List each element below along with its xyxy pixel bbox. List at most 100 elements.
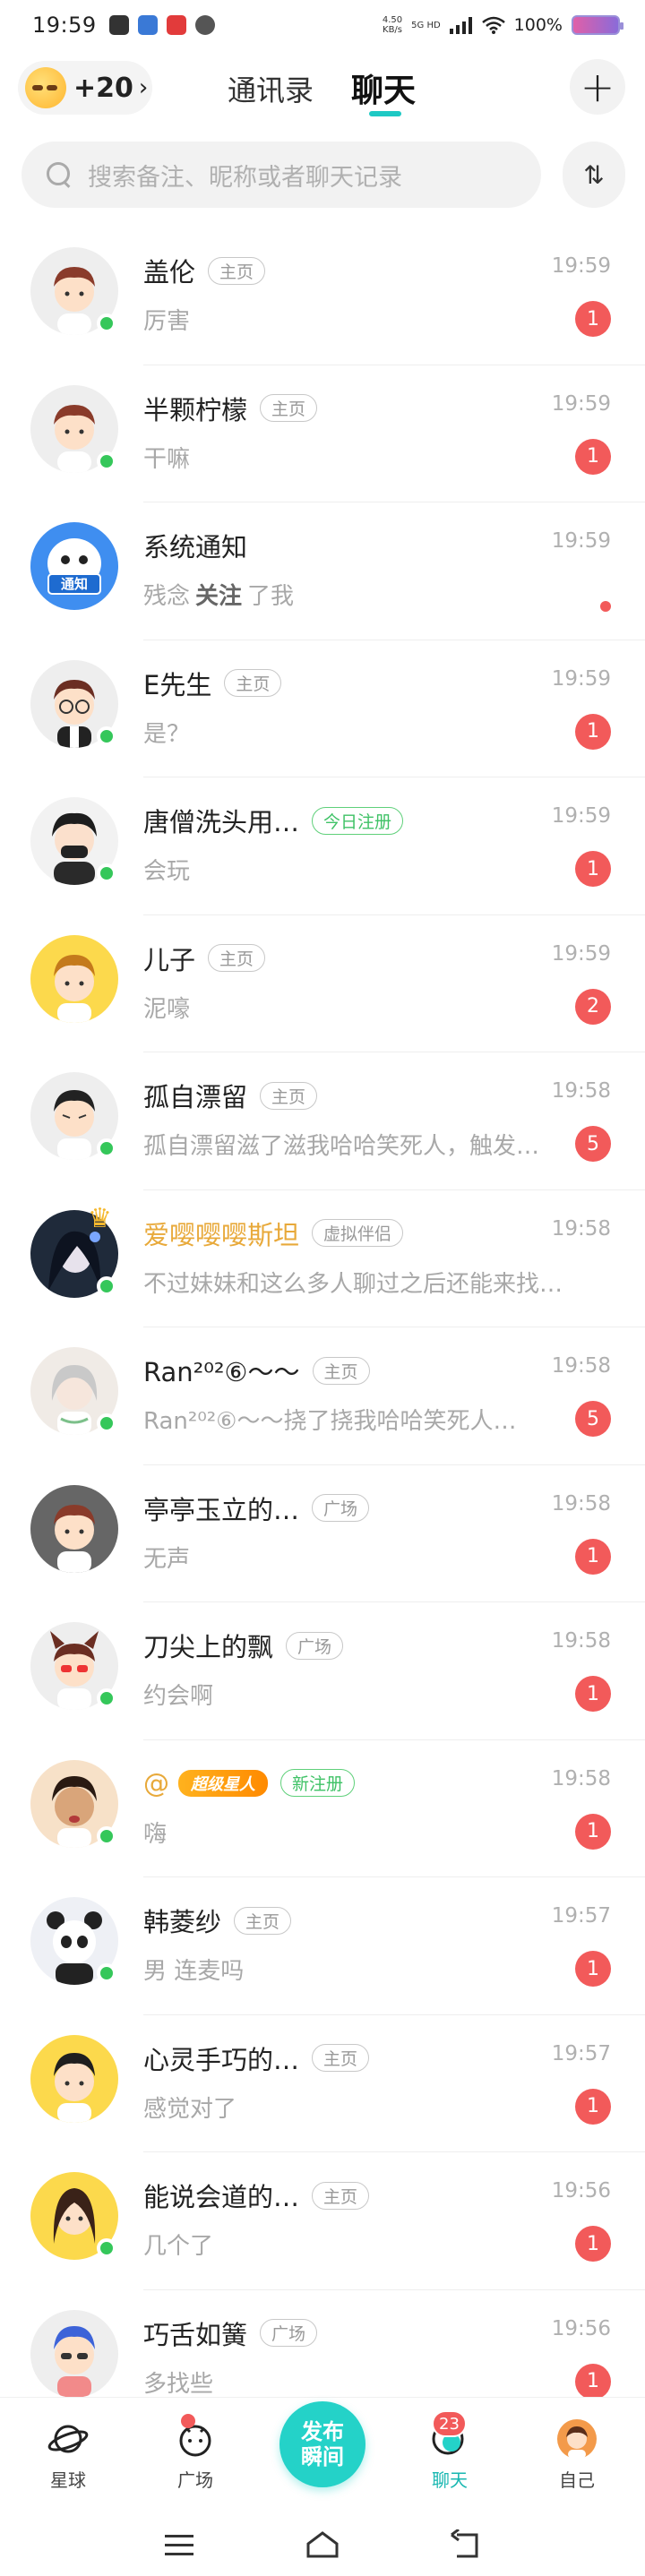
battery-icon [572,15,624,35]
chat-preview: 干嘛 [143,445,191,473]
unread-badge: 1 [575,851,611,887]
chat-row[interactable]: 韩菱纱 主页 19:57 男 连麦吗 1 [0,1877,645,2015]
chat-tag[interactable]: 广场 [312,1494,370,1522]
chat-tag[interactable]: 主页 [260,394,318,422]
chat-preview: 约会啊 [143,1683,214,1710]
chat-row-system-notice[interactable]: 通知 系统通知 19:59 残念 关注 了我 [0,502,645,640]
nav-me[interactable]: 自己 [532,2417,622,2492]
chat-time: 19:58 [551,1766,611,1790]
chat-tag[interactable]: 主页 [312,2044,370,2072]
signal-icon [449,17,472,34]
emoji-face-icon [25,67,66,108]
chat-tag[interactable]: 新注册 [280,1769,356,1797]
chat-time: 19:59 [551,529,611,553]
menu-icon[interactable] [161,2529,197,2560]
nav-square[interactable]: 广场 [150,2414,240,2492]
nav-chat[interactable]: 23 聊天 [405,2410,494,2492]
nav-label: 广场 [177,2469,213,2491]
online-indicator [97,1413,116,1433]
chat-row[interactable]: 半颗柠檬 主页 19:59 干嘛 1 [0,365,645,503]
tab-contacts[interactable]: 通讯录 [228,68,314,109]
chat-row[interactable]: 刀尖上的飘 广场 19:58 约会啊 1 [0,1602,645,1740]
chat-tag[interactable]: 今日注册 [312,806,404,835]
chat-time: 19:58 [551,1216,611,1241]
planet-icon [47,2425,89,2453]
search-input[interactable]: 搜索备注、昵称或者聊天记录 [22,142,541,208]
nav-label: 自己 [559,2469,595,2491]
chat-name: 盖伦 [143,257,196,288]
chat-name: E先生 [143,669,212,700]
avatar[interactable] [30,934,118,1023]
chat-row[interactable]: 能说会道的… 主页 19:56 几个了 1 [0,2152,645,2290]
chat-preview: Ran²⁰²⑥～～挠了挠我哈哈笑死人… [143,1408,517,1435]
net-speed: 4.50 KB/s [382,15,403,35]
chat-tag[interactable]: 广场 [286,1631,344,1660]
online-indicator [97,1688,116,1708]
chat-name: 心灵手巧的… [143,2044,300,2075]
tab-chat[interactable]: 聊天 [351,64,416,111]
chat-row[interactable]: E先生 主页 19:59 是？ 1 [0,640,645,778]
unread-badge: 1 [575,301,611,337]
chat-tag[interactable]: 主页 [312,1356,370,1385]
chat-name: 系统通知 [143,532,248,562]
chat-time: 19:56 [551,2316,611,2340]
chat-time: 19:59 [551,941,611,966]
nav-planet[interactable]: 星球 [23,2417,113,2492]
chat-preview: 无声 [143,1545,191,1573]
chat-row[interactable]: 亭亭玉立的… 广场 19:58 无声 1 [0,1465,645,1603]
publish-moment-button[interactable]: 发布 瞬间 [280,2401,366,2487]
home-icon[interactable] [305,2529,340,2560]
preview-text: 残念 [143,583,191,610]
chat-row[interactable]: 孤自漂留 主页 19:58 孤自漂留滋了滋我哈哈笑死人，触发… 5 [0,1052,645,1190]
chat-row[interactable]: 心灵手巧的… 主页 19:57 感觉对了 1 [0,2015,645,2153]
chat-tag[interactable]: 主页 [260,1081,318,1110]
sort-button[interactable]: ⇅ [563,142,625,208]
chat-tag[interactable]: 广场 [260,2319,318,2347]
chat-row[interactable]: Ran²⁰²⑥～～ 主页 19:58 Ran²⁰²⑥～～挠了挠我哈哈笑死人… 5 [0,1327,645,1465]
chat-time: 19:59 [551,254,611,278]
chat-name: 韩菱纱 [143,1907,222,1937]
status-app-icons [108,15,215,35]
chat-row[interactable]: 唐僧洗头用… 今日注册 19:59 会玩 1 [0,777,645,915]
system-nav-bar [0,2513,645,2576]
chat-row[interactable]: 儿子 主页 19:59 泥嚎 2 [0,915,645,1053]
back-icon[interactable] [448,2529,484,2560]
chat-preview: 几个了 [143,2233,214,2260]
avatar[interactable]: 通知 [30,522,118,610]
boy-avatar-icon [30,2034,118,2123]
chat-row[interactable]: @ 超级星人 新注册 19:58 嗨 1 [0,1740,645,1878]
unread-badge: 1 [575,1676,611,1712]
chat-name: 爱嘤嘤嘤斯坦 [143,1219,300,1250]
cloud-icon [194,15,215,35]
chat-row[interactable]: 盖伦 主页 19:59 厉害 1 [0,228,645,365]
chat-preview: 感觉对了 [143,2095,237,2123]
chat-tag[interactable]: 主页 [208,256,266,285]
chat-tag[interactable]: 虚拟伴侣 [312,1219,404,1247]
points-pill[interactable]: +20 › [18,61,152,115]
notice-robot-icon: 通知 [30,522,118,610]
chat-tag[interactable]: 主页 [208,944,266,972]
net-type: 5G HD [411,20,441,30]
chat-time: 19:57 [551,2041,611,2065]
unread-badge: 1 [575,2226,611,2262]
chat-time: 19:56 [551,2179,611,2202]
chat-name: @ [143,1767,169,1799]
avatar[interactable] [30,2309,118,2398]
chat-row[interactable]: ♛ 爱嘤嘤嘤斯坦 虚拟伴侣 19:58 不过妹妹和这么多人聊过之后还能来找我… [0,1190,645,1328]
add-button[interactable]: + [570,59,625,115]
chat-tag[interactable]: 主页 [312,2181,370,2210]
app-notification-icon [108,15,129,35]
unread-badge: 5 [575,1126,611,1162]
chat-tag[interactable]: 主页 [224,669,282,697]
chat-time: 19:58 [551,1079,611,1103]
bottom-nav: 星球 广场 发布 瞬间 23 聊天 自己 [0,2397,645,2513]
nav-label: 聊天 [432,2469,468,2491]
unread-badge: 5 [575,1401,611,1437]
avatar[interactable] [30,1484,118,1573]
chat-tag[interactable]: 主页 [234,1906,292,1935]
search-icon [47,162,72,187]
avatar[interactable] [30,2034,118,2123]
boy-avatar-icon [30,934,118,1023]
unread-badge: 1 [575,2088,611,2125]
square-icon [179,2425,211,2457]
